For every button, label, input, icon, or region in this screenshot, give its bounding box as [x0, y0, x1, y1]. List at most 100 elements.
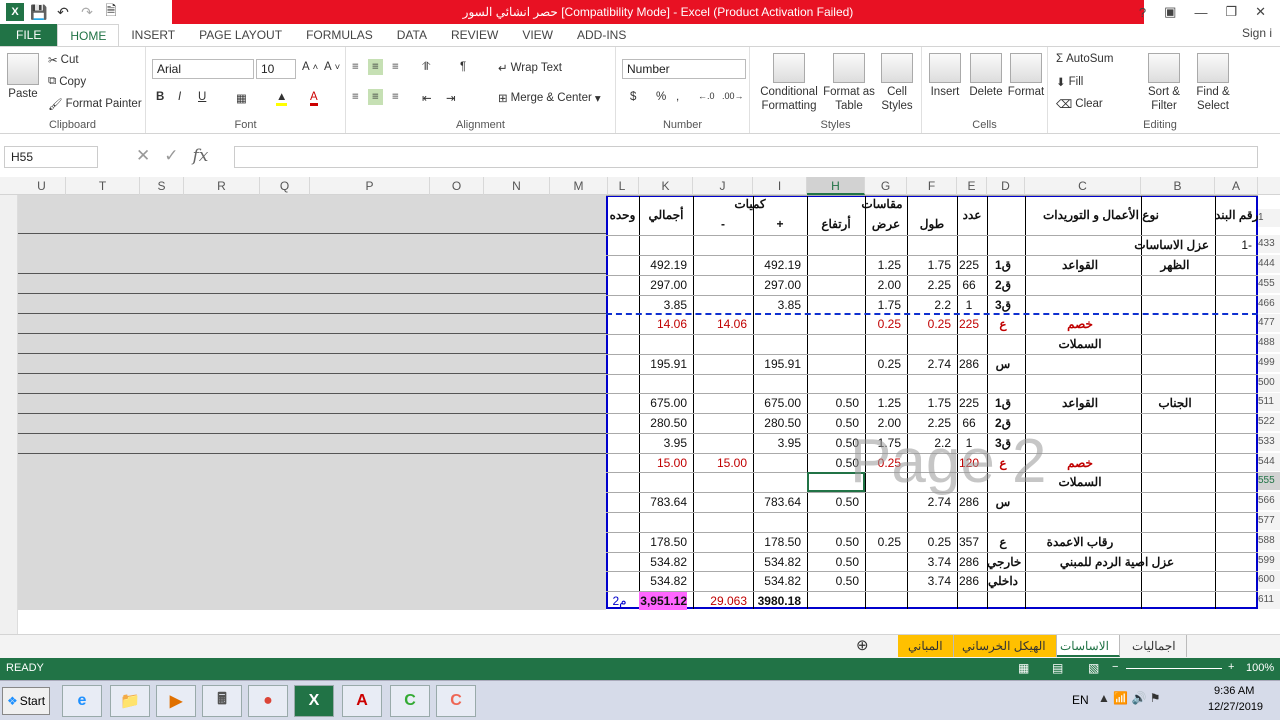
row-header[interactable]: 577 [1258, 512, 1280, 530]
increase-decimal-icon[interactable]: ←.0 [698, 91, 715, 101]
tab-view[interactable]: VIEW [510, 24, 565, 46]
zoom-level[interactable]: 100% [1246, 662, 1274, 674]
row-header[interactable]: 1 [1258, 209, 1280, 227]
row-header[interactable]: 433 [1258, 235, 1280, 253]
column-header-a[interactable]: A [1215, 177, 1258, 195]
insert-button[interactable]: Insert [926, 53, 964, 99]
column-header-m[interactable]: M [550, 177, 608, 195]
sort-filter-button[interactable]: Sort & Filter [1142, 53, 1186, 113]
sheet-tab-buildings[interactable]: المباني [898, 635, 954, 657]
sign-in-link[interactable]: Sign i [1242, 26, 1272, 40]
row-header[interactable]: 599 [1258, 552, 1280, 570]
tray-icons[interactable]: ▲ 📶 🔊 ⚑ [1098, 691, 1161, 705]
tab-data[interactable]: DATA [385, 24, 439, 46]
sheet-tab-foundations[interactable]: الاساسات [1050, 635, 1120, 657]
zoom-slider[interactable] [1126, 668, 1222, 669]
minimize-icon[interactable]: — [1194, 5, 1207, 20]
column-header-t[interactable]: T [66, 177, 140, 195]
print-preview-icon[interactable]: 🗎 [102, 2, 120, 21]
page-break-view-icon[interactable]: ▧ [1088, 661, 1099, 675]
row-header[interactable]: 600 [1258, 571, 1280, 589]
shrink-font-icon[interactable]: A ˅ [324, 61, 340, 73]
autosum-button[interactable]: Σ AutoSum [1056, 53, 1113, 65]
column-header-o[interactable]: O [430, 177, 484, 195]
enter-icon[interactable]: ✓ [164, 146, 178, 166]
format-as-table-button[interactable]: Format as Table [822, 53, 876, 113]
selected-cell[interactable] [807, 472, 865, 492]
percent-button[interactable]: % [656, 91, 666, 103]
column-header-p[interactable]: P [310, 177, 430, 195]
decrease-decimal-icon[interactable]: .00→ [722, 91, 744, 101]
column-header-r[interactable]: R [184, 177, 260, 195]
number-format-select[interactable]: Number [622, 59, 746, 79]
formula-input[interactable] [234, 146, 1258, 168]
row-header[interactable]: 444 [1258, 255, 1280, 273]
row-header[interactable]: 522 [1258, 413, 1280, 431]
insert-function-icon[interactable]: fx [193, 146, 209, 166]
calculator-icon[interactable]: 🖩 [202, 685, 242, 717]
underline-button[interactable]: U [198, 91, 206, 103]
excel-taskbar-icon[interactable]: X [294, 685, 334, 717]
sheet-tab-summary[interactable]: اجماليات [1122, 635, 1187, 657]
zoom-in-icon[interactable]: + [1228, 661, 1234, 673]
row-header[interactable]: 544 [1258, 453, 1280, 471]
add-sheet-icon[interactable]: ⊕ [846, 635, 879, 657]
normal-view-icon[interactable]: ▦ [1018, 661, 1029, 675]
row-header[interactable]: 588 [1258, 532, 1280, 550]
save-icon[interactable]: 💾 [30, 3, 48, 21]
increase-indent-icon[interactable]: ⇥ [446, 91, 456, 105]
folder-icon[interactable]: 📁 [110, 685, 150, 717]
tab-home[interactable]: HOME [57, 24, 120, 46]
vertical-scrollbar[interactable] [0, 195, 18, 635]
column-header-i[interactable]: I [753, 177, 807, 195]
format-painter-button[interactable]: 🖌 Format Painter [48, 97, 142, 111]
tab-formulas[interactable]: FORMULAS [294, 24, 385, 46]
column-header-h[interactable]: H [807, 177, 865, 195]
italic-button[interactable]: I [178, 91, 181, 103]
fill-color-icon[interactable]: ▲ [276, 91, 288, 106]
column-header-s[interactable]: S [140, 177, 184, 195]
align-top-icon[interactable]: ≡ [352, 61, 359, 73]
rtl-icon[interactable]: ¶ [460, 61, 466, 73]
delete-button[interactable]: Delete [966, 53, 1006, 99]
column-header-c[interactable]: C [1025, 177, 1141, 195]
column-header-u[interactable]: U [18, 177, 66, 195]
camtasia-green-icon[interactable]: C [390, 685, 430, 717]
row-header[interactable]: 611 [1258, 591, 1280, 609]
zoom-out-icon[interactable]: − [1112, 661, 1118, 673]
row-header[interactable]: 477 [1258, 314, 1280, 332]
column-header-f[interactable]: F [907, 177, 957, 195]
copy-button[interactable]: ⧉ Copy [48, 75, 86, 88]
tab-insert[interactable]: INSERT [119, 24, 187, 46]
redo-icon[interactable]: ↷ [78, 3, 96, 21]
ie-icon[interactable]: e [62, 685, 102, 717]
tab-review[interactable]: REVIEW [439, 24, 510, 46]
cut-button[interactable]: ✂ Cut [48, 53, 79, 67]
tab-page-layout[interactable]: PAGE LAYOUT [187, 24, 294, 46]
row-header[interactable]: 500 [1258, 374, 1280, 392]
column-header-b[interactable]: B [1141, 177, 1215, 195]
worksheet-grid[interactable]: وحده أجمالي كميات - + مقاسات أرتفاع عرض طول عدد نو… [18, 195, 1258, 610]
column-header-l[interactable]: L [606, 177, 639, 195]
column-header-n[interactable]: N [484, 177, 550, 195]
align-middle-icon[interactable]: ≡ [368, 59, 383, 75]
align-bottom-icon[interactable]: ≡ [392, 61, 399, 73]
media-player-icon[interactable]: ▶ [156, 685, 196, 717]
row-header[interactable]: 488 [1258, 334, 1280, 352]
language-indicator[interactable]: EN [1072, 693, 1089, 707]
merge-center-button[interactable]: ⊞ Merge & Center ▾ [498, 91, 601, 105]
conditional-formatting-button[interactable]: Conditional Formatting [758, 53, 820, 113]
comma-button[interactable]: , [676, 91, 679, 103]
row-header[interactable]: 566 [1258, 492, 1280, 510]
row-header[interactable]: 466 [1258, 295, 1280, 313]
cell-styles-button[interactable]: Cell Styles [876, 53, 918, 113]
align-center-icon[interactable]: ≡ [368, 89, 383, 105]
row-header[interactable]: 455 [1258, 275, 1280, 293]
column-header-e[interactable]: E [957, 177, 987, 195]
column-header-d[interactable]: D [987, 177, 1025, 195]
autocad-icon[interactable]: A [342, 685, 382, 717]
cancel-icon[interactable]: ✕ [136, 146, 150, 166]
find-select-button[interactable]: Find & Select [1190, 53, 1236, 113]
paste-button[interactable]: Paste [6, 53, 40, 101]
start-button[interactable]: ❖ Start [2, 687, 50, 715]
